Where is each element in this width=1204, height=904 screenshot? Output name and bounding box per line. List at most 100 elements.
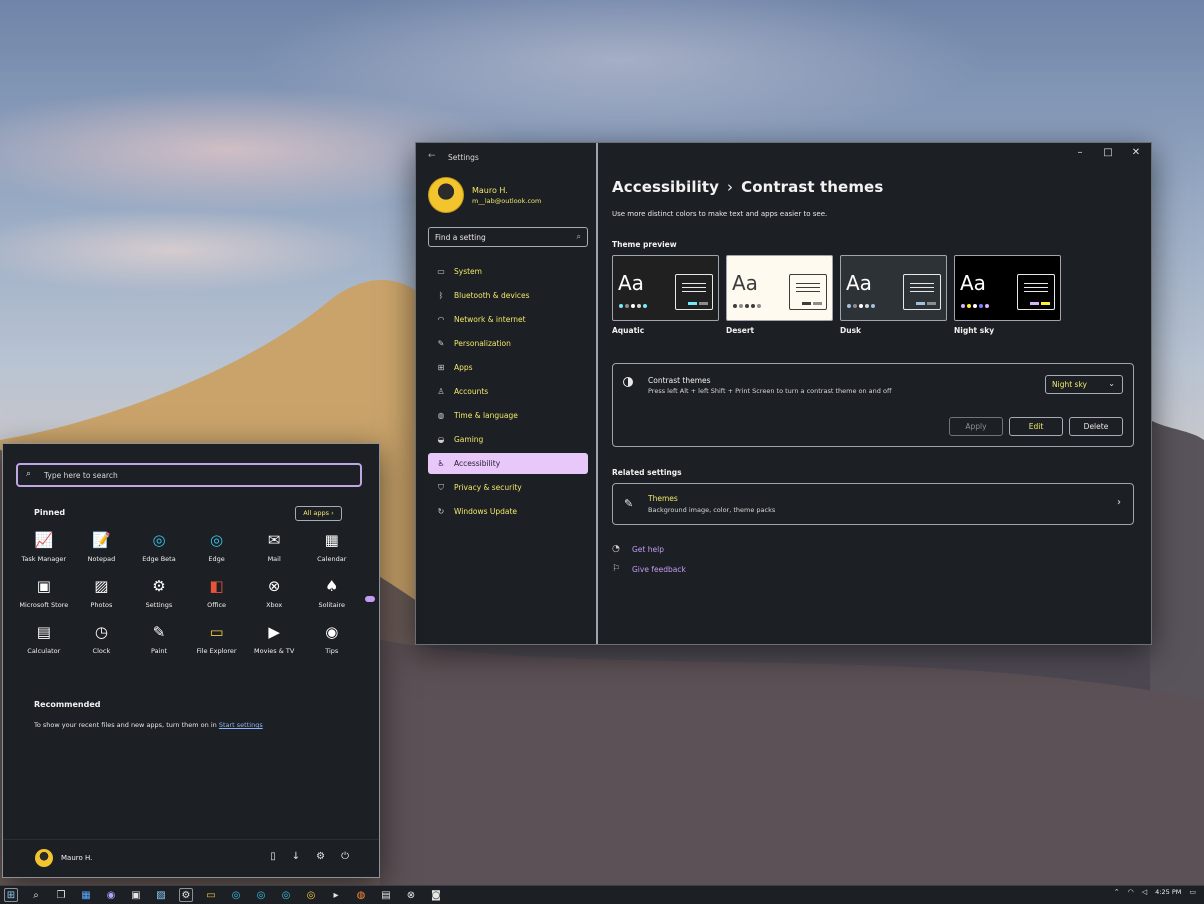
- search-icon: ⌕: [26, 469, 32, 479]
- contrast-theme-select[interactable]: Night sky ⌄: [1045, 375, 1123, 394]
- settings-icon[interactable]: ⚙: [316, 851, 325, 862]
- notifications-icon[interactable]: ▭: [1189, 888, 1196, 896]
- wifi-icon[interactable]: ◠: [1128, 888, 1134, 896]
- page-indicator[interactable]: [365, 596, 375, 602]
- contrast-themes-description: Press left Alt + left Shift + Print Scre…: [648, 387, 892, 395]
- get-help-link[interactable]: ◔ Get help: [612, 544, 664, 554]
- pinned-app[interactable]: ◉ Tips: [303, 622, 361, 655]
- photos-icon: ▨: [94, 577, 109, 595]
- pinned-app[interactable]: ◧ Office: [188, 576, 246, 609]
- nav-item-network[interactable]: ◠ Network & internet: [428, 309, 588, 330]
- camera-app-icon[interactable]: ◙: [429, 888, 443, 902]
- pinned-app[interactable]: ◷ Clock: [73, 622, 131, 655]
- pinned-app[interactable]: 📈 Task Manager: [15, 530, 73, 563]
- pinned-app-label: Movies & TV: [254, 647, 295, 655]
- pinned-app[interactable]: ▦ Calendar: [303, 530, 361, 563]
- nav-item-system[interactable]: ▭ System: [428, 261, 588, 282]
- nav-item-windows-update[interactable]: ↻ Windows Update: [428, 501, 588, 522]
- pinned-app-label: Edge: [208, 555, 225, 563]
- firefox-icon[interactable]: ◍: [354, 888, 368, 902]
- pinned-app[interactable]: ▨ Photos: [73, 576, 131, 609]
- calendar-icon: ▦: [324, 531, 339, 549]
- nav-item-accessibility[interactable]: ♿ Accessibility: [428, 453, 588, 474]
- start-search-input[interactable]: ⌕ Type here to search: [16, 463, 362, 487]
- theme-card-desert[interactable]: Aa Desert: [726, 255, 833, 335]
- recommended-title: Recommended: [34, 700, 101, 709]
- folder-icon[interactable]: ▭: [204, 888, 218, 902]
- all-apps-button[interactable]: All apps ›: [295, 506, 342, 521]
- apply-button[interactable]: Apply: [949, 417, 1003, 436]
- nav-item-label: Accessibility: [454, 459, 501, 468]
- nav-item-bluetooth[interactable]: ᛒ Bluetooth & devices: [428, 285, 588, 306]
- start-settings-link[interactable]: Start settings: [219, 721, 263, 729]
- nav-item-privacy[interactable]: ⛉ Privacy & security: [428, 477, 588, 498]
- camera-icon[interactable]: ▣: [129, 888, 143, 902]
- nav-item-accounts[interactable]: ♙ Accounts: [428, 381, 588, 402]
- edge-dev-icon[interactable]: ◎: [279, 888, 293, 902]
- give-feedback-link[interactable]: ⚐ Give feedback: [612, 564, 686, 574]
- recommended-text: To show your recent files and new apps, …: [34, 721, 263, 729]
- clock[interactable]: 4:25 PM: [1155, 888, 1181, 896]
- theme-sample-text: Aa: [732, 271, 758, 295]
- pinned-app[interactable]: ▤ Calculator: [15, 622, 73, 655]
- theme-card-aquatic[interactable]: Aa Aquatic: [612, 255, 719, 335]
- delete-button[interactable]: Delete: [1069, 417, 1123, 436]
- start-button-icon[interactable]: ⊞: [4, 888, 18, 902]
- downloads-icon[interactable]: ↓: [292, 851, 300, 862]
- power-icon[interactable]: ⏻: [341, 851, 349, 862]
- find-setting-input[interactable]: Find a setting ⌕: [428, 227, 588, 247]
- start-menu: ⌕ Type here to search Pinned All apps › …: [2, 443, 380, 878]
- themes-related-card[interactable]: ✎ Themes Background image, color, theme …: [612, 483, 1134, 525]
- feedback-icon: ⚐: [612, 564, 621, 574]
- chat-icon[interactable]: ◉: [104, 888, 118, 902]
- pinned-app[interactable]: 📝 Notepad: [73, 530, 131, 563]
- nav-item-time-language[interactable]: ◍ Time & language: [428, 405, 588, 426]
- photos-icon[interactable]: ▨: [154, 888, 168, 902]
- pinned-app[interactable]: ⚙ Settings: [130, 576, 188, 609]
- search-icon: ⌕: [576, 232, 581, 241]
- tips-icon: ◉: [325, 623, 339, 641]
- widgets-icon[interactable]: ▦: [79, 888, 93, 902]
- theme-card-dusk[interactable]: Aa Dusk: [840, 255, 947, 335]
- settings-icon[interactable]: ⚙: [179, 888, 193, 902]
- breadcrumb-parent[interactable]: Accessibility: [612, 178, 719, 196]
- nav-item-apps[interactable]: ⊞ Apps: [428, 357, 588, 378]
- folder-icon: ▭: [209, 623, 224, 641]
- bluetooth-icon: ᛒ: [438, 291, 444, 300]
- start-user-button[interactable]: Mauro H.: [35, 849, 92, 867]
- edit-button[interactable]: Edit: [1009, 417, 1063, 436]
- theme-card-night-sky[interactable]: Aa Night sky: [954, 255, 1061, 335]
- xbox-icon: ⊗: [267, 577, 281, 595]
- start-footer-icons: ▯ ↓ ⚙ ⏻: [270, 851, 349, 862]
- volume-icon[interactable]: ◁: [1142, 888, 1147, 896]
- nav-item-gaming[interactable]: ◒ Gaming: [428, 429, 588, 450]
- pinned-app[interactable]: ✎ Paint: [130, 622, 188, 655]
- documents-icon[interactable]: ▯: [270, 851, 276, 862]
- pinned-app[interactable]: ▶ Movies & TV: [245, 622, 303, 655]
- edge-beta-icon[interactable]: ◎: [254, 888, 268, 902]
- user-name: Mauro H.: [472, 185, 508, 195]
- get-help-label: Get help: [632, 544, 664, 554]
- back-arrow-icon[interactable]: ←: [428, 151, 436, 161]
- pinned-app[interactable]: ▭ File Explorer: [188, 622, 246, 655]
- search-icon[interactable]: ⌕: [29, 888, 43, 902]
- theme-sample-text: Aa: [846, 271, 872, 295]
- pinned-app[interactable]: ◎ Edge Beta: [130, 530, 188, 563]
- edge-canary-icon[interactable]: ◎: [304, 888, 318, 902]
- theme-name: Aquatic: [612, 326, 645, 335]
- pinned-app[interactable]: ◎ Edge: [188, 530, 246, 563]
- store-icon[interactable]: ▤: [379, 888, 393, 902]
- pinned-app[interactable]: ✉ Mail: [245, 530, 303, 563]
- pinned-app[interactable]: ▣ Microsoft Store: [15, 576, 73, 609]
- nav-item-personalization[interactable]: ✎ Personalization: [428, 333, 588, 354]
- edge-icon[interactable]: ◎: [229, 888, 243, 902]
- pen-icon: ✎: [437, 339, 445, 348]
- task-view-icon[interactable]: ❐: [54, 888, 68, 902]
- terminal-icon[interactable]: ▸: [329, 888, 343, 902]
- pinned-app[interactable]: ⊗ Xbox: [245, 576, 303, 609]
- chevron-up-icon[interactable]: ⌃: [1114, 888, 1120, 896]
- office-icon: ◧: [209, 577, 224, 595]
- pinned-app[interactable]: ♠ Solitaire: [303, 576, 361, 609]
- user-profile[interactable]: Mauro H. m__lab@outlook.com: [428, 177, 541, 213]
- xbox-icon[interactable]: ⊗: [404, 888, 418, 902]
